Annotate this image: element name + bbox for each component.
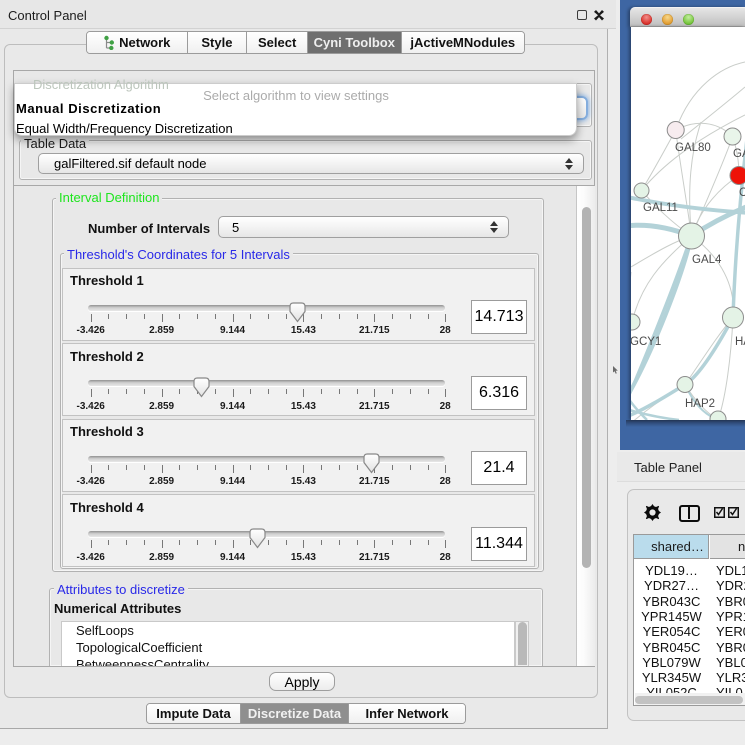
svg-text:C: C [739,187,745,199]
svg-text:HAP4: HAP4 [735,336,745,348]
svg-text:GAL4: GAL4 [733,148,745,160]
svg-text:GAL4: GAL4 [692,254,722,266]
svg-text:GCY1: GCY1 [631,336,661,348]
svg-text:HAP2: HAP2 [685,398,715,410]
svg-text:GAL80: GAL80 [675,142,711,154]
svg-text:GAL11: GAL11 [643,202,678,214]
